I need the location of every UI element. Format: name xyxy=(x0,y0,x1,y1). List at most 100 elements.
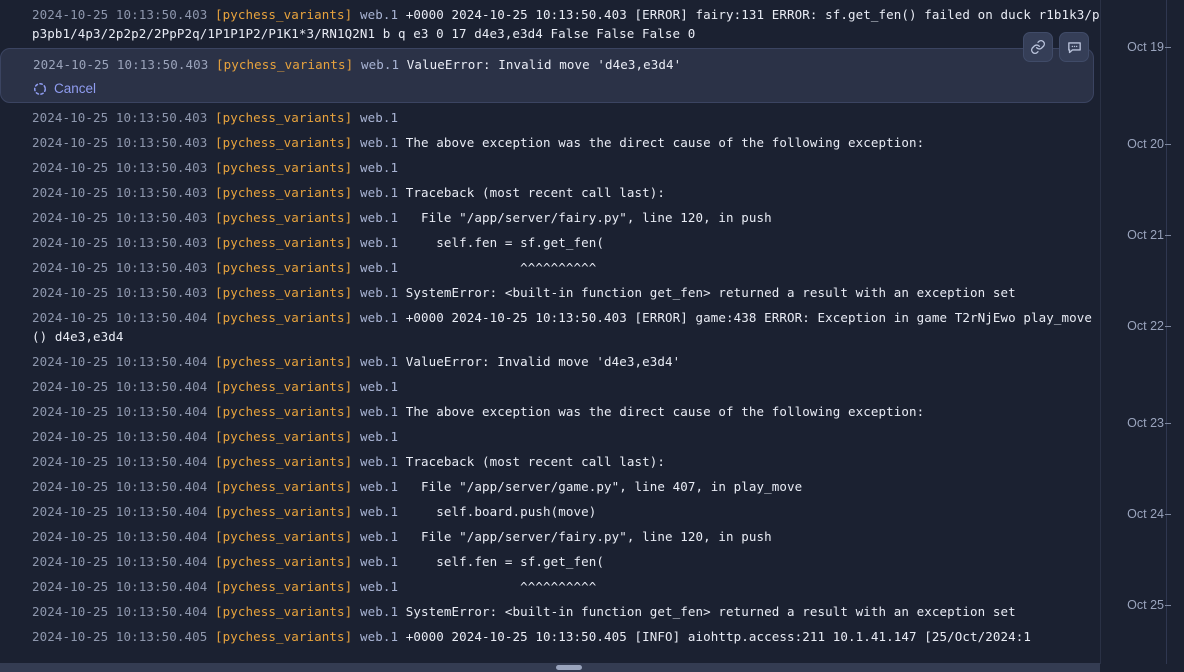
log-timestamp: 2024-10-25 10:13:50.404 xyxy=(32,454,208,469)
log-dyno-name: web.1 xyxy=(359,529,399,544)
log-line-content: 2024-10-25 10:13:50.403 [pychess_variant… xyxy=(32,183,1100,202)
log-line[interactable]: 2024-10-25 10:13:50.404 [pychess_variant… xyxy=(0,349,1100,374)
log-stream[interactable]: 2024-10-25 10:13:50.403 [pychess_variant… xyxy=(0,0,1100,664)
log-timestamp: 2024-10-25 10:13:50.404 xyxy=(32,579,208,594)
log-line[interactable]: 2024-10-25 10:13:50.404 [pychess_variant… xyxy=(0,574,1100,599)
log-line-content: 2024-10-25 10:13:50.404 [pychess_variant… xyxy=(32,377,1100,396)
log-app-name: [pychess_variants] xyxy=(215,404,353,419)
timeline-date-mark[interactable]: Oct 24 xyxy=(1127,507,1171,521)
timeline-date-mark[interactable]: Oct 22 xyxy=(1127,319,1171,333)
log-line[interactable]: 2024-10-25 10:13:50.403 [pychess_variant… xyxy=(0,280,1100,305)
log-app-name: [pychess_variants] xyxy=(215,579,353,594)
log-timestamp: 2024-10-25 10:13:50.403 xyxy=(32,210,208,225)
log-line[interactable]: 2024-10-25 10:13:50.403 [pychess_variant… xyxy=(0,2,1100,46)
log-line-content: 2024-10-25 10:13:50.404 [pychess_variant… xyxy=(32,552,1100,571)
log-app-name: [pychess_variants] xyxy=(215,185,353,200)
log-line[interactable]: 2024-10-25 10:13:50.403 [pychess_variant… xyxy=(0,155,1100,180)
log-app-name: [pychess_variants] xyxy=(215,285,353,300)
date-timeline[interactable]: Oct 19 Oct 20 Oct 21 Oct 22 Oct 23 Oct 24 Oct … xyxy=(1100,0,1184,664)
log-dyno-name: web.1 xyxy=(359,210,399,225)
log-timestamp: 2024-10-25 10:13:50.403 xyxy=(32,235,208,250)
log-line-content: 2024-10-25 10:13:50.403 [pychess_variant… xyxy=(33,55,1093,74)
log-line-selected[interactable]: 2024-10-25 10:13:50.403 [pychess_variant… xyxy=(0,32,1094,103)
log-line[interactable]: 2024-10-25 10:13:50.403 [pychess_variant… xyxy=(0,255,1100,280)
log-app-name: [pychess_variants] xyxy=(215,529,353,544)
log-timestamp: 2024-10-25 10:13:50.403 xyxy=(32,135,208,150)
log-dyno-name: web.1 xyxy=(359,479,399,494)
log-timestamp: 2024-10-25 10:13:50.404 xyxy=(32,429,208,444)
timeline-date-mark[interactable]: Oct 20 xyxy=(1127,137,1171,151)
log-line-content: 2024-10-25 10:13:50.404 [pychess_variant… xyxy=(32,577,1100,596)
log-line-content: 2024-10-25 10:13:50.403 [pychess_variant… xyxy=(32,108,1100,127)
log-line[interactable]: 2024-10-25 10:13:50.404 [pychess_variant… xyxy=(0,305,1100,349)
log-line[interactable]: 2024-10-25 10:13:50.404 [pychess_variant… xyxy=(0,399,1100,424)
log-dyno-name: web.1 xyxy=(359,429,399,444)
log-line[interactable]: 2024-10-25 10:13:50.403 [pychess_variant… xyxy=(0,205,1100,230)
loading-spinner-icon xyxy=(33,82,47,96)
log-timestamp: 2024-10-25 10:13:50.403 xyxy=(32,7,208,22)
log-dyno-name: web.1 xyxy=(359,404,399,419)
log-line-content: 2024-10-25 10:13:50.404 [pychess_variant… xyxy=(32,602,1100,621)
log-dyno-name: web.1 xyxy=(359,7,399,22)
log-line[interactable]: 2024-10-25 10:13:50.403 [pychess_variant… xyxy=(0,105,1100,130)
log-line-content: 2024-10-25 10:13:50.404 [pychess_variant… xyxy=(32,477,1100,496)
log-line[interactable]: 2024-10-25 10:13:50.404 [pychess_variant… xyxy=(0,374,1100,399)
log-message: Traceback (most recent call last): xyxy=(405,454,665,469)
timeline-date-mark[interactable]: Oct 19 xyxy=(1127,40,1171,54)
log-line[interactable]: 2024-10-25 10:13:50.404 [pychess_variant… xyxy=(0,499,1100,524)
log-dyno-name: web.1 xyxy=(359,285,399,300)
copy-link-button[interactable] xyxy=(1023,32,1053,62)
comment-icon xyxy=(1067,41,1081,53)
comment-button[interactable] xyxy=(1059,32,1089,62)
log-app-name: [pychess_variants] xyxy=(215,135,353,150)
log-line[interactable]: 2024-10-25 10:13:50.404 [pychess_variant… xyxy=(0,599,1100,624)
log-line[interactable]: 2024-10-25 10:13:50.404 [pychess_variant… xyxy=(0,474,1100,499)
timeline-date-mark[interactable]: Oct 23 xyxy=(1127,416,1171,430)
log-line[interactable]: 2024-10-25 10:13:50.404 [pychess_variant… xyxy=(0,524,1100,549)
log-line[interactable]: 2024-10-25 10:13:50.403 [pychess_variant… xyxy=(0,230,1100,255)
log-app-name: [pychess_variants] xyxy=(215,160,353,175)
log-dyno-name: web.1 xyxy=(360,57,400,72)
timeline-date-mark[interactable]: Oct 21 xyxy=(1127,228,1171,242)
log-line[interactable]: 2024-10-25 10:13:50.403 [pychess_variant… xyxy=(0,180,1100,205)
timeline-track xyxy=(1166,0,1167,664)
log-app-name: [pychess_variants] xyxy=(215,379,353,394)
log-timestamp: 2024-10-25 10:13:50.403 xyxy=(32,110,208,125)
log-dyno-name: web.1 xyxy=(359,454,399,469)
log-line[interactable]: 2024-10-25 10:13:50.404 [pychess_variant… xyxy=(0,449,1100,474)
log-message: File "/app/server/game.py", line 407, in… xyxy=(405,479,803,494)
log-timestamp: 2024-10-25 10:13:50.404 xyxy=(32,604,208,619)
log-message: The above exception was the direct cause… xyxy=(405,404,925,419)
horizontal-scrollbar[interactable] xyxy=(0,663,1100,672)
log-dyno-name: web.1 xyxy=(359,579,399,594)
horizontal-scrollbar-thumb[interactable] xyxy=(556,665,582,670)
log-line-content: 2024-10-25 10:13:50.404 [pychess_variant… xyxy=(32,527,1100,546)
log-dyno-name: web.1 xyxy=(359,160,399,175)
log-message: self.fen = sf.get_fen( xyxy=(405,554,604,569)
log-timestamp: 2024-10-25 10:13:50.405 xyxy=(32,629,208,644)
log-app-name: [pychess_variants] xyxy=(215,354,353,369)
log-message: ValueError: Invalid move 'd4e3,e3d4' xyxy=(405,354,681,369)
log-line-content: 2024-10-25 10:13:50.403 [pychess_variant… xyxy=(32,258,1100,277)
log-dyno-name: web.1 xyxy=(359,504,399,519)
log-timestamp: 2024-10-25 10:13:50.403 xyxy=(32,260,208,275)
log-app-name: [pychess_variants] xyxy=(215,260,353,275)
log-timestamp: 2024-10-25 10:13:50.403 xyxy=(32,185,208,200)
log-app-name: [pychess_variants] xyxy=(215,454,353,469)
log-message: SystemError: <built-in function get_fen>… xyxy=(405,604,1016,619)
log-line[interactable]: 2024-10-25 10:13:50.403 [pychess_variant… xyxy=(0,130,1100,155)
log-timestamp: 2024-10-25 10:13:50.404 xyxy=(32,310,208,325)
log-app-name: [pychess_variants] xyxy=(215,629,353,644)
log-line[interactable]: 2024-10-25 10:13:50.404 [pychess_variant… xyxy=(0,424,1100,449)
log-app-name: [pychess_variants] xyxy=(215,210,353,225)
log-timestamp: 2024-10-25 10:13:50.404 xyxy=(32,529,208,544)
log-timestamp: 2024-10-25 10:13:50.403 xyxy=(32,285,208,300)
timeline-date-mark[interactable]: Oct 25 xyxy=(1127,598,1171,612)
log-message: +0000 2024-10-25 10:13:50.405 [INFO] aio… xyxy=(405,629,1032,644)
log-app-name: [pychess_variants] xyxy=(216,57,354,72)
log-line[interactable]: 2024-10-25 10:13:50.404 [pychess_variant… xyxy=(0,549,1100,574)
cancel-button[interactable]: Cancel xyxy=(33,81,96,96)
log-line[interactable]: 2024-10-25 10:13:50.405 [pychess_variant… xyxy=(0,624,1100,649)
log-dyno-name: web.1 xyxy=(359,135,399,150)
log-timestamp: 2024-10-25 10:13:50.404 xyxy=(32,554,208,569)
